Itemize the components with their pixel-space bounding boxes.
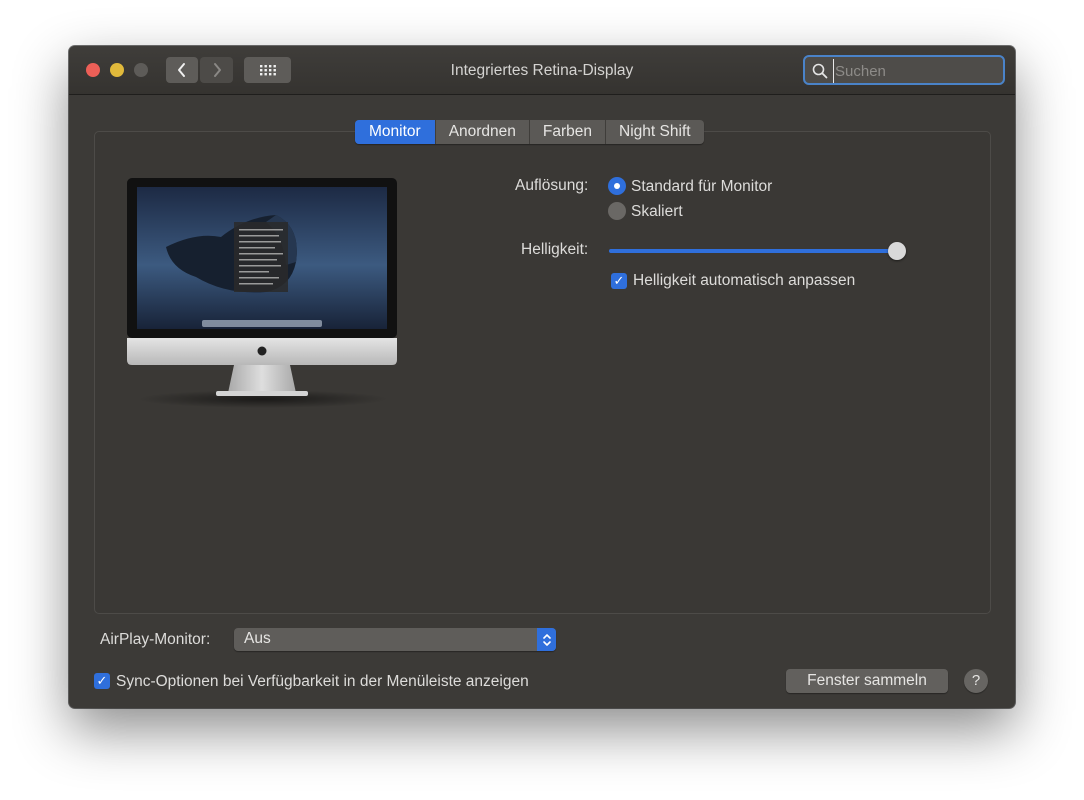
airplay-label: AirPlay-Monitor: [100, 631, 211, 648]
tab-farben[interactable]: Farben [528, 120, 605, 144]
imac-illustration [127, 178, 397, 408]
brightness-slider-track[interactable] [609, 249, 897, 253]
tab-anordnen[interactable]: Anordnen [434, 120, 529, 144]
gather-windows-button[interactable]: Fenster sammeln [786, 669, 948, 693]
radio-standard-label[interactable]: Standard für Monitor [631, 178, 772, 196]
radio-scaled-label[interactable]: Skaliert [631, 203, 683, 221]
radio-scaled[interactable] [608, 202, 626, 220]
updown-arrows-icon [537, 628, 556, 651]
titlebar: Integriertes Retina-Display [69, 46, 1015, 95]
search-input[interactable] [833, 59, 997, 83]
sync-options-label[interactable]: Sync-Optionen bei Verfügbarkeit in der M… [116, 673, 529, 691]
brightness-slider-knob[interactable] [888, 242, 906, 260]
brightness-label: Helligkeit: [521, 241, 589, 258]
system-preferences-window: Integriertes Retina-Display Monitor Anor… [69, 46, 1015, 708]
auto-brightness-checkbox[interactable]: ✓ [611, 273, 627, 289]
search-field[interactable] [803, 55, 1005, 85]
auto-brightness-label[interactable]: Helligkeit automatisch anpassen [633, 272, 855, 290]
tab-night-shift[interactable]: Night Shift [605, 120, 704, 144]
tab-monitor[interactable]: Monitor [355, 120, 435, 144]
help-button[interactable]: ? [964, 669, 988, 693]
airplay-select-value: Aus [244, 630, 271, 647]
resolution-label: Auflösung: [515, 177, 589, 194]
segmented-tabs: Monitor Anordnen Farben Night Shift [355, 120, 704, 144]
airplay-select[interactable]: Aus [234, 628, 556, 651]
radio-standard[interactable] [608, 177, 626, 195]
sync-options-checkbox[interactable]: ✓ [94, 673, 110, 689]
magnifier-icon [812, 63, 828, 79]
